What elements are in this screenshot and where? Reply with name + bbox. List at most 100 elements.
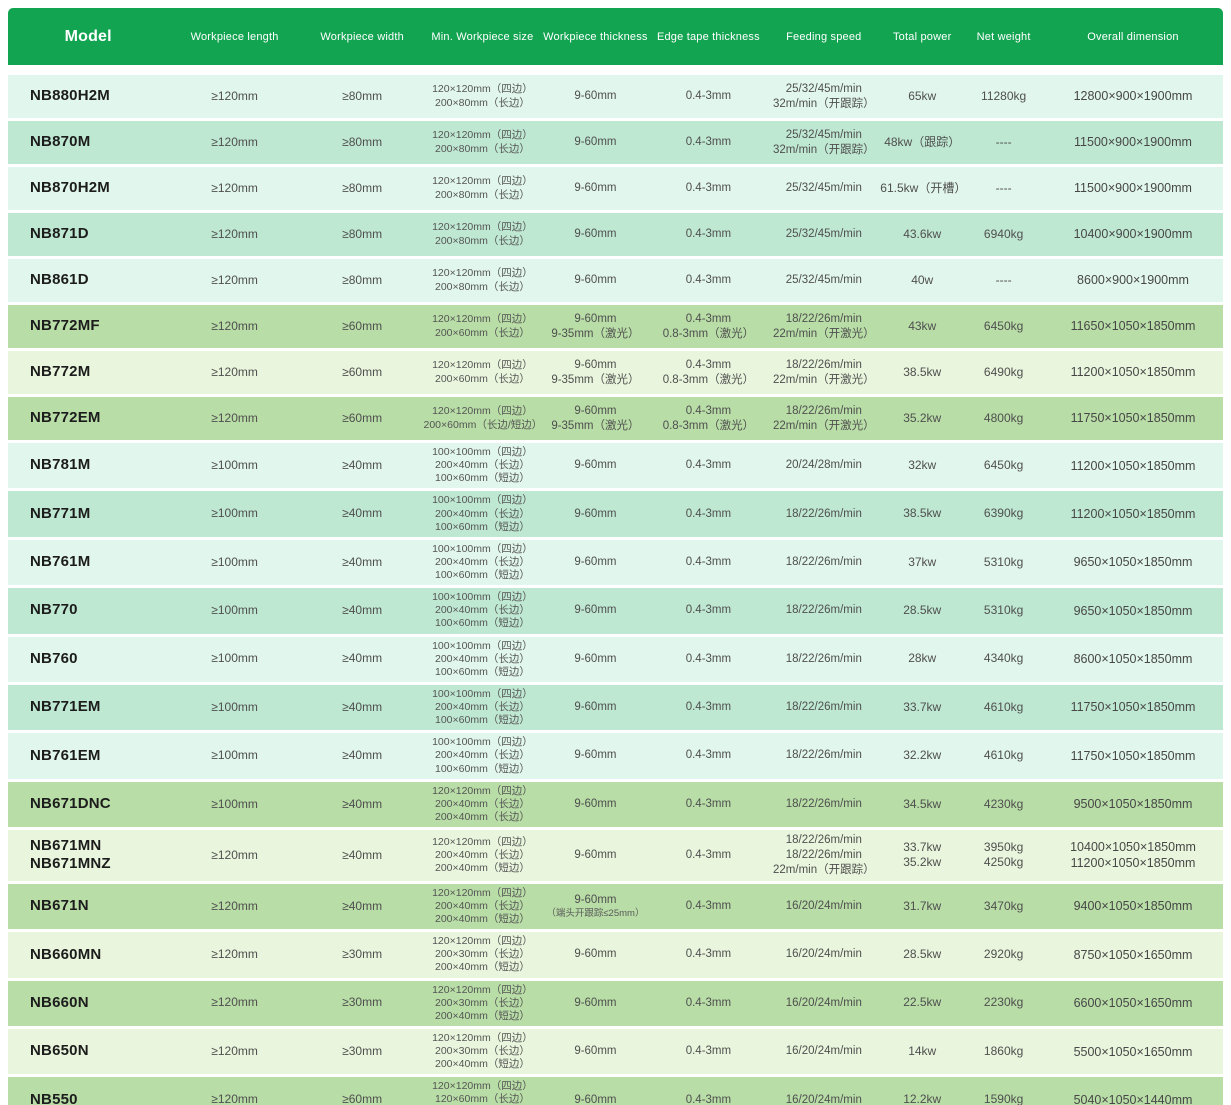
cell-line: 22m/min（开激光） <box>767 419 880 434</box>
cell-workpiece_width: ≥30mm <box>301 995 424 1011</box>
table-row: NB771EM≥100mm≥40mm100×100mm（四边）200×40mm（… <box>8 685 1223 730</box>
column-header-total_power: Total power <box>880 31 964 43</box>
cell-line: 200×40mm（短边） <box>424 961 542 974</box>
cell-line: 200×40mm（短边） <box>424 862 542 875</box>
cell-net_weight: ---- <box>964 181 1043 197</box>
cell-total_power: 32kw <box>880 458 964 474</box>
cell-line: NB871D <box>30 225 168 244</box>
cell-line: 100×60mm（短边） <box>424 714 542 727</box>
cell-workpiece_width: ≥40mm <box>301 700 424 716</box>
cell-line: 200×80mm（长边） <box>424 143 542 156</box>
cell-line: 9-60mm <box>541 458 649 473</box>
table-header: ModelWorkpiece lengthWorkpiece widthMin.… <box>8 8 1223 65</box>
cell-feeding_speed: 18/22/26m/min <box>767 797 880 812</box>
cell-model: NB772M <box>8 363 168 382</box>
table-row: NB771M≥100mm≥40mm100×100mm（四边）200×40mm（长… <box>8 491 1223 536</box>
spec-table: ModelWorkpiece lengthWorkpiece widthMin.… <box>0 0 1231 1105</box>
cell-overall_dimension: 11650×1050×1850mm <box>1043 318 1223 334</box>
cell-line: 18/22/26m/min <box>767 312 880 327</box>
cell-model: NB870H2M <box>8 179 168 198</box>
cell-line: 0.4-3mm <box>649 748 767 763</box>
cell-model: NB550 <box>8 1091 168 1105</box>
cell-model: NB671DNC <box>8 795 168 814</box>
cell-line: ≥120mm <box>168 899 300 915</box>
cell-min_workpiece_size: 120×120mm（四边）200×60mm（长边） <box>424 359 542 385</box>
cell-min_workpiece_size: 120×120mm（四边）200×60mm（长边/短边） <box>424 405 542 431</box>
cell-min_workpiece_size: 120×120mm（四边）200×30mm（长边）200×40mm（短边） <box>424 1032 542 1071</box>
cell-feeding_speed: 16/20/24m/min <box>767 996 880 1011</box>
cell-workpiece_length: ≥120mm <box>168 135 300 151</box>
cell-line: 25/32/45m/min <box>767 227 880 242</box>
cell-min_workpiece_size: 100×100mm（四边）200×40mm（长边）100×60mm（短边） <box>424 591 542 630</box>
cell-line: 11280kg <box>964 89 1043 105</box>
cell-workpiece_width: ≥80mm <box>301 89 424 105</box>
cell-model: NB771M <box>8 505 168 524</box>
cell-min_workpiece_size: 100×100mm（四边）200×40mm（长边）100×60mm（短边） <box>424 543 542 582</box>
cell-line: 200×40mm（短边） <box>424 913 542 926</box>
cell-line: 0.8-3mm（激光） <box>649 327 767 342</box>
cell-workpiece_thickness: 9-60mm <box>541 181 649 196</box>
cell-line: 4800kg <box>964 411 1043 427</box>
cell-workpiece_width: ≥40mm <box>301 848 424 864</box>
cell-line: 33.7kw <box>880 840 964 856</box>
cell-feeding_speed: 18/22/26m/min <box>767 603 880 618</box>
cell-min_workpiece_size: 120×120mm（四边）120×60mm（长边）200×80mm（短边） <box>424 1080 542 1105</box>
cell-workpiece_width: ≥40mm <box>301 651 424 667</box>
cell-line: 16/20/24m/min <box>767 1093 880 1105</box>
cell-line: 9-60mm <box>541 227 649 242</box>
cell-edge_tape_thickness: 0.4-3mm <box>649 748 767 763</box>
cell-workpiece_length: ≥120mm <box>168 899 300 915</box>
cell-line: 9-60mm <box>541 1093 649 1105</box>
cell-line: ≥80mm <box>301 273 424 289</box>
cell-net_weight: 1590kg <box>964 1092 1043 1105</box>
cell-net_weight: ---- <box>964 135 1043 151</box>
cell-feeding_speed: 25/32/45m/min32m/min（开跟踪） <box>767 128 880 158</box>
cell-line: NB761M <box>30 553 168 572</box>
cell-workpiece_width: ≥40mm <box>301 748 424 764</box>
cell-line: 0.4-3mm <box>649 947 767 962</box>
cell-line: ≥60mm <box>301 365 424 381</box>
cell-line: 18/22/26m/min <box>767 358 880 373</box>
cell-line: 0.4-3mm <box>649 996 767 1011</box>
cell-line: 18/22/26m/min <box>767 507 880 522</box>
cell-line: 11750×1050×1850mm <box>1043 410 1223 426</box>
cell-edge_tape_thickness: 0.4-3mm <box>649 899 767 914</box>
cell-line: 16/20/24m/min <box>767 996 880 1011</box>
cell-line: 120×120mm（四边） <box>424 359 542 372</box>
cell-edge_tape_thickness: 0.4-3mm <box>649 273 767 288</box>
cell-line: NB770 <box>30 601 168 620</box>
cell-line: NB550 <box>30 1091 168 1105</box>
cell-workpiece_thickness: 9-60mm <box>541 89 649 104</box>
cell-line: ≥60mm <box>301 319 424 335</box>
cell-line: 18/22/26m/min <box>767 700 880 715</box>
cell-total_power: 35.2kw <box>880 411 964 427</box>
cell-overall_dimension: 5040×1050×1440mm <box>1043 1092 1223 1105</box>
cell-line: 4250kg <box>964 855 1043 871</box>
cell-workpiece_length: ≥120mm <box>168 319 300 335</box>
cell-line: 12.2kw <box>880 1092 964 1105</box>
cell-workpiece_width: ≥30mm <box>301 947 424 963</box>
cell-overall_dimension: 11750×1050×1850mm <box>1043 699 1223 715</box>
cell-line: 11750×1050×1850mm <box>1043 699 1223 715</box>
cell-net_weight: 11280kg <box>964 89 1043 105</box>
cell-line: 120×120mm（四边） <box>424 405 542 418</box>
cell-line: NB760 <box>30 650 168 669</box>
cell-min_workpiece_size: 120×120mm（四边）200×80mm（长边） <box>424 83 542 109</box>
cell-workpiece_thickness: 9-60mm <box>541 797 649 812</box>
cell-line: 22m/min（开跟踪） <box>767 863 880 878</box>
cell-total_power: 33.7kw35.2kw <box>880 840 964 871</box>
cell-line: 11500×900×1900mm <box>1043 134 1223 150</box>
cell-line: NB650N <box>30 1042 168 1061</box>
cell-line: ≥60mm <box>301 411 424 427</box>
cell-workpiece_length: ≥120mm <box>168 1092 300 1105</box>
cell-feeding_speed: 18/22/26m/min22m/min（开激光） <box>767 404 880 434</box>
cell-min_workpiece_size: 100×100mm（四边）200×40mm（长边）100×60mm（短边） <box>424 640 542 679</box>
cell-line: ≥40mm <box>301 506 424 522</box>
cell-line: 9-60mm <box>541 507 649 522</box>
cell-line: 0.4-3mm <box>649 555 767 570</box>
cell-line: 6600×1050×1650mm <box>1043 995 1223 1011</box>
cell-line: 22m/min（开激光） <box>767 373 880 388</box>
cell-line: 120×120mm（四边） <box>424 221 542 234</box>
cell-line: 100×60mm（短边） <box>424 472 542 485</box>
cell-line: ≥120mm <box>168 995 300 1011</box>
